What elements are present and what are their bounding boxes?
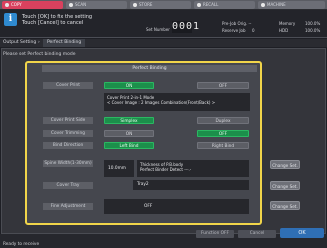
- store-icon: [133, 3, 137, 7]
- simplex-button[interactable]: Simplex: [104, 117, 154, 124]
- bind-direction-label: Bind Direction: [43, 142, 93, 149]
- set-number-label: Set Number: [146, 27, 170, 32]
- cover-print-info-line-2: < Cover Image : 2 Images Combination(Fro…: [107, 100, 216, 105]
- hdd-label: HDD: [279, 28, 289, 33]
- cover-tray-label: Cover Tray: [43, 182, 93, 189]
- cover-print-on-button[interactable]: ON: [104, 82, 154, 89]
- breadcrumb-output-setting[interactable]: Output Setting: [3, 39, 36, 47]
- cover-trimming-label: Cover Trimming: [43, 130, 93, 137]
- memory-label: Memory: [279, 21, 296, 26]
- fine-adjustment-label: Fine Adjustment: [43, 203, 93, 210]
- tab-scan-label: SCAN: [75, 2, 87, 7]
- machine-icon: [261, 3, 265, 7]
- tab-scan[interactable]: SCAN: [66, 1, 127, 9]
- spine-width-info-line-2: Perfect Binder Detect ---.-: [140, 167, 192, 172]
- tab-recall-label: RECALL: [203, 2, 219, 7]
- scan-icon: [69, 3, 73, 7]
- breadcrumb-perfect-binding: Perfect Binding: [43, 39, 86, 47]
- copy-icon: [5, 3, 9, 7]
- fine-adjustment-value: OFF: [104, 199, 249, 214]
- reserve-job-value: 0: [252, 28, 255, 33]
- spine-width-value: 10.0mm: [104, 160, 134, 177]
- tab-store-label: STORE: [139, 2, 153, 7]
- tab-machine[interactable]: MACHINE: [258, 1, 325, 9]
- memory-value: 100.0%: [305, 21, 321, 26]
- cover-print-label: Cover Print: [43, 82, 93, 89]
- recall-icon: [197, 3, 201, 7]
- preregister-label: Pre-Job Orig. --: [222, 21, 252, 26]
- message-line-2: Touch [Cancel] to cancel: [22, 20, 84, 26]
- tab-store[interactable]: STORE: [130, 1, 191, 9]
- tab-machine-label: MACHINE: [267, 2, 286, 7]
- left-bind-button[interactable]: Left Bind: [104, 142, 154, 149]
- tab-copy[interactable]: COPY: [2, 1, 63, 9]
- cover-trimming-off-button[interactable]: OFF: [197, 130, 249, 137]
- cover-print-off-button[interactable]: OFF: [197, 82, 249, 89]
- tab-copy-label: COPY: [11, 2, 22, 7]
- set-number-display: 0001: [172, 21, 201, 33]
- spine-width-label: Spine Width(1-30mm): [43, 160, 93, 167]
- dialog-title: Perfect Binding: [42, 65, 257, 72]
- breadcrumb-arrow-icon: ›: [38, 40, 40, 45]
- duplex-button[interactable]: Duplex: [197, 117, 249, 124]
- cover-print-side-label: Cover Print Side: [43, 117, 93, 124]
- cover-tray-value: Tray2: [133, 180, 249, 190]
- info-icon: i: [4, 13, 17, 26]
- cover-tray-change-button[interactable]: Change Set.: [270, 181, 300, 190]
- spine-width-info: Thickness of P.B.body Perfect Binder Det…: [137, 160, 249, 177]
- fine-adjustment-change-button[interactable]: Change Set.: [270, 201, 300, 210]
- prompt-text: Please set Perfect binding mode: [3, 52, 76, 57]
- right-bind-button[interactable]: Right Bind: [197, 142, 249, 149]
- status-text: Ready to receive: [3, 242, 40, 247]
- cancel-button[interactable]: Cancel: [238, 230, 276, 238]
- hdd-value: 100.0%: [305, 28, 321, 33]
- spine-width-change-button[interactable]: Change Set.: [270, 160, 300, 169]
- bottom-bar: [0, 234, 327, 248]
- ok-button[interactable]: OK: [280, 228, 324, 238]
- cover-print-info: Cover Print 2-in-1 Mode < Cover Image : …: [104, 93, 250, 111]
- function-off-button[interactable]: Function OFF: [196, 230, 234, 238]
- cover-trimming-on-button[interactable]: ON: [104, 130, 154, 137]
- reserve-job-label: Reserve Job: [222, 28, 246, 33]
- tab-recall[interactable]: RECALL: [194, 1, 255, 9]
